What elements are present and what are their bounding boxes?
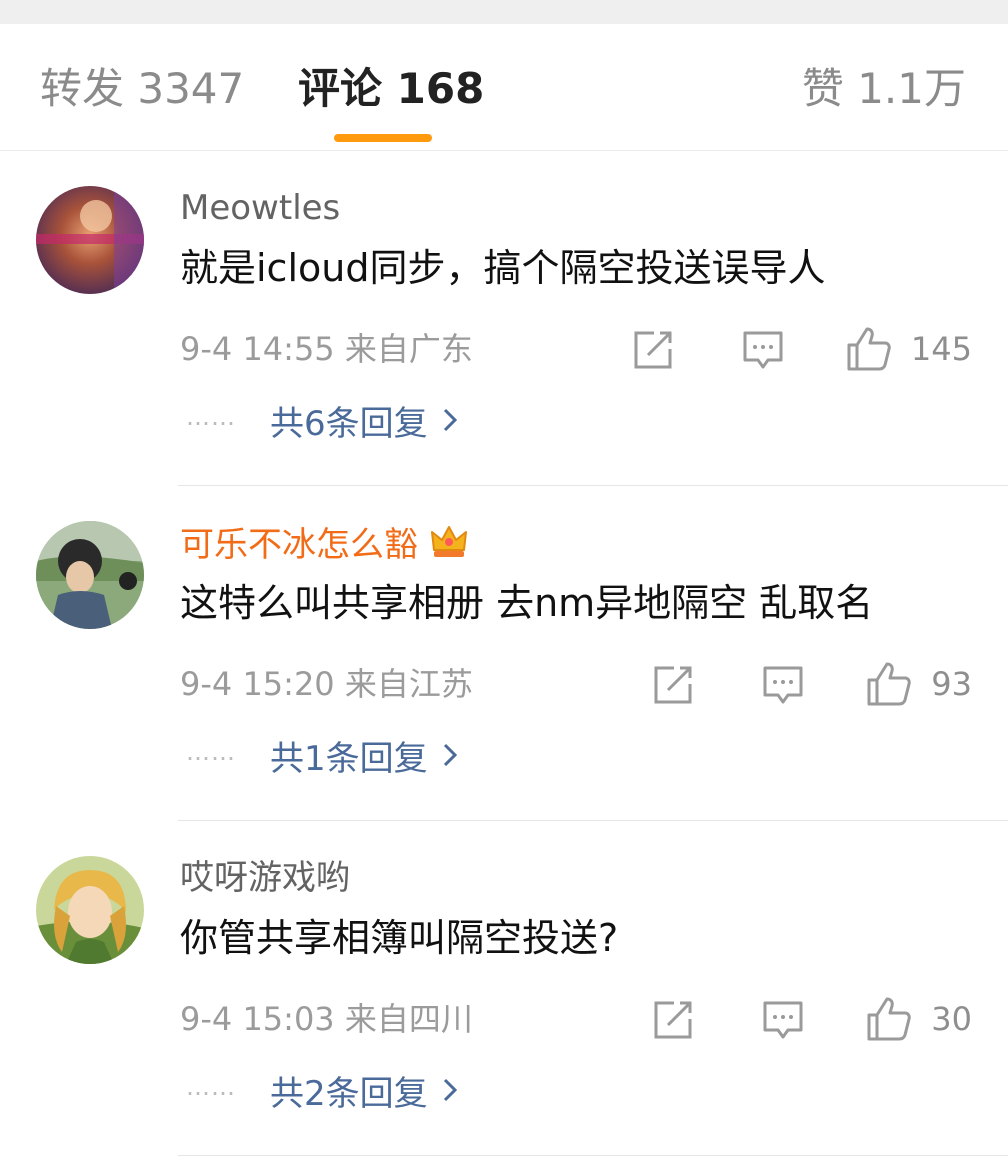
replies-label: 共1条回复 <box>270 739 428 779</box>
avatar[interactable] <box>36 186 144 294</box>
replies-dots: …… <box>186 738 236 766</box>
username-label: 可乐不冰怎么豁 <box>180 525 418 565</box>
crown-icon <box>431 526 467 557</box>
divider <box>178 1155 1008 1156</box>
active-tab-indicator <box>334 134 432 142</box>
thumbs-up-icon <box>867 662 912 706</box>
like-button[interactable]: 93 <box>865 660 972 708</box>
thumbs-up-icon <box>867 997 912 1041</box>
top-strip <box>0 0 1008 24</box>
comment-meta: 9-4 15:20 来自江苏 <box>180 665 473 703</box>
comment-icon[interactable] <box>762 999 804 1041</box>
avatar[interactable] <box>36 521 144 629</box>
comment-item: Meowtles 就是icloud同步，搞个隔空投送误导人 9-4 14:55 … <box>0 151 1008 486</box>
tab-like[interactable]: 赞 1.1万 <box>802 64 966 114</box>
username[interactable]: 可乐不冰怎么豁 <box>180 522 470 566</box>
chevron-right-icon <box>442 401 458 443</box>
comment-item: 哎呀游戏哟 你管共享相簿叫隔空投送? 9-4 15:03 来自四川 30 …… … <box>0 821 1008 1156</box>
tab-comment[interactable]: 评论 168 <box>298 64 484 114</box>
replies-dots: …… <box>186 403 236 431</box>
thumbs-up-icon <box>847 327 891 371</box>
view-replies-link[interactable]: 共2条回复 <box>270 1071 458 1115</box>
replies-dots: …… <box>186 1073 236 1101</box>
chevron-right-icon <box>442 736 458 778</box>
like-button[interactable]: 30 <box>865 995 972 1043</box>
username[interactable]: Meowtles <box>180 187 340 229</box>
comment-meta: 9-4 14:55 来自广东 <box>180 330 473 368</box>
replies-label: 共6条回复 <box>270 404 428 444</box>
tab-bar: 转发 3347 评论 168 赞 1.1万 <box>0 24 1008 151</box>
comment-icon[interactable] <box>742 329 784 371</box>
view-replies-link[interactable]: 共1条回复 <box>270 736 458 780</box>
comment-text: 你管共享相簿叫隔空投送? <box>180 916 619 960</box>
comment-text: 这特么叫共享相册 去nm异地隔空 乱取名 <box>180 581 874 625</box>
comment-meta: 9-4 15:03 来自四川 <box>180 1000 473 1038</box>
like-count: 93 <box>931 665 972 703</box>
comment-item: 可乐不冰怎么豁 这特么叫共享相册 去nm异地隔空 乱取名 9-4 15:20 来… <box>0 486 1008 821</box>
tab-repost[interactable]: 转发 3347 <box>40 64 244 114</box>
comment-icon[interactable] <box>762 664 804 706</box>
replies-label: 共2条回复 <box>270 1074 428 1114</box>
comment-text: 就是icloud同步，搞个隔空投送误导人 <box>180 246 826 290</box>
share-icon[interactable] <box>652 999 694 1041</box>
chevron-right-icon <box>442 1071 458 1113</box>
share-icon[interactable] <box>652 664 694 706</box>
like-count: 145 <box>910 330 972 368</box>
avatar[interactable] <box>36 856 144 964</box>
username[interactable]: 哎呀游戏哟 <box>180 857 350 899</box>
like-button[interactable]: 145 <box>845 325 972 373</box>
share-icon[interactable] <box>632 329 674 371</box>
like-count: 30 <box>931 1000 972 1038</box>
view-replies-link[interactable]: 共6条回复 <box>270 401 458 445</box>
